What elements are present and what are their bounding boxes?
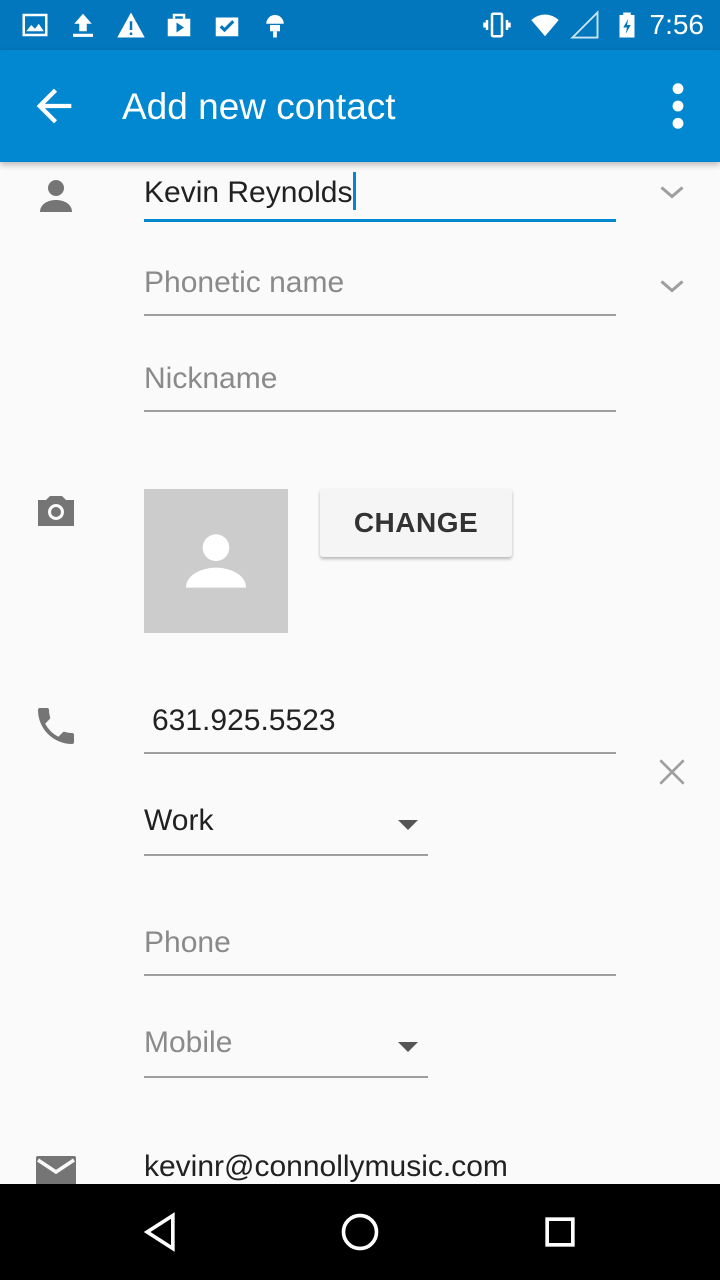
app-bar: Add new contact bbox=[0, 50, 720, 162]
chevron-down-icon[interactable] bbox=[654, 174, 690, 210]
vibrate-icon bbox=[483, 12, 511, 38]
phone-value: 631.925.5523 bbox=[152, 704, 336, 737]
navigation-bar bbox=[0, 1184, 720, 1280]
upload-icon bbox=[73, 13, 93, 37]
camera-icon bbox=[38, 496, 74, 526]
android-icon bbox=[266, 15, 284, 38]
status-time: 7:56 bbox=[649, 9, 705, 40]
phone-type-value: Work bbox=[144, 804, 214, 837]
phonetic-name-placeholder: Phonetic name bbox=[144, 266, 345, 299]
change-photo-button[interactable]: CHANGE bbox=[320, 489, 512, 557]
phone-type-select-2[interactable]: Mobile bbox=[144, 1018, 428, 1078]
name-input[interactable]: Kevin Reynolds bbox=[144, 166, 616, 222]
wifi-icon bbox=[531, 14, 559, 37]
back-nav-icon[interactable] bbox=[138, 1210, 182, 1254]
email-value: kevinr@connollymusic.com bbox=[144, 1150, 508, 1183]
email-icon bbox=[36, 1156, 76, 1184]
recents-nav-icon[interactable] bbox=[538, 1210, 582, 1254]
phone-input-2[interactable]: Phone bbox=[144, 920, 616, 976]
phone-type-select[interactable]: Work bbox=[144, 796, 428, 856]
warning-icon bbox=[117, 12, 145, 38]
image-icon bbox=[22, 13, 48, 37]
page-title: Add new contact bbox=[122, 86, 396, 127]
phone-placeholder: Phone bbox=[144, 926, 231, 959]
email-input[interactable]: kevinr@connollymusic.com bbox=[144, 1144, 616, 1184]
more-vert-icon[interactable] bbox=[666, 80, 690, 132]
arrow-back-icon[interactable] bbox=[28, 80, 80, 132]
task-check-icon bbox=[215, 17, 239, 37]
battery-charging-icon bbox=[619, 12, 635, 38]
person-icon bbox=[40, 180, 72, 212]
close-icon[interactable] bbox=[652, 752, 692, 792]
text-cursor bbox=[353, 172, 357, 210]
contact-photo[interactable] bbox=[144, 489, 288, 633]
phonetic-name-input[interactable]: Phonetic name bbox=[144, 260, 616, 316]
phone-icon bbox=[38, 708, 74, 744]
nickname-placeholder: Nickname bbox=[144, 362, 278, 395]
home-nav-icon[interactable] bbox=[338, 1210, 382, 1254]
status-bar: 7:56 bbox=[0, 0, 720, 50]
dropdown-arrow-icon bbox=[398, 1042, 418, 1052]
play-store-icon bbox=[167, 13, 191, 37]
signal-icon bbox=[570, 10, 599, 39]
nickname-input[interactable]: Nickname bbox=[144, 356, 616, 412]
phone-input[interactable]: 631.925.5523 bbox=[144, 698, 616, 754]
contact-form[interactable]: Kevin Reynolds Phonetic name Nickname CH… bbox=[0, 162, 720, 1184]
name-value: Kevin Reynolds bbox=[144, 176, 353, 209]
chevron-down-icon[interactable] bbox=[654, 268, 690, 304]
phone-type-value-2: Mobile bbox=[144, 1026, 233, 1059]
dropdown-arrow-icon bbox=[398, 820, 418, 830]
person-placeholder-icon bbox=[186, 534, 246, 588]
